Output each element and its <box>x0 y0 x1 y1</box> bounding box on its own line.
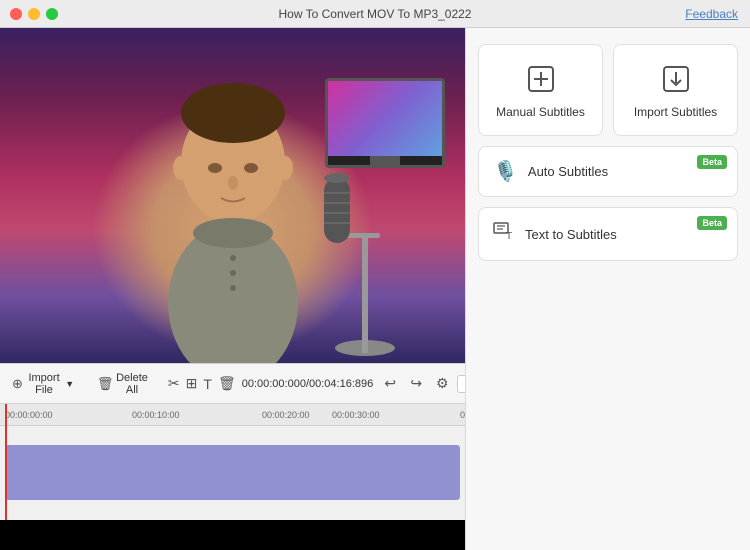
ruler-mark-0: 00:00:00:00 <box>5 410 53 420</box>
ruler-mark-3: 00:00:30:00 <box>332 410 380 420</box>
titlebar: How To Convert MOV To MP3_0222 Feedback <box>0 0 750 28</box>
maximize-button[interactable] <box>46 8 58 20</box>
video-panel: ⊕ Import File ▼ 🗑 Delete All ✂ ⊞ T 🗑 00:… <box>0 28 465 550</box>
timecode-display: 00:00:00:000/00:04:16:896 <box>242 378 374 390</box>
auto-subtitles-row[interactable]: 🎙️ Auto Subtitles Beta <box>478 146 738 197</box>
subtitle-cards-row: Manual Subtitles Import Subtitles <box>478 44 738 136</box>
timeline-area[interactable]: 00:00:00:00 00:00:10:00 00:00:20:00 00:0… <box>0 403 465 520</box>
undo-button[interactable]: ↩ <box>379 373 401 395</box>
scissors-button[interactable]: ✂ <box>168 373 180 395</box>
close-button[interactable] <box>10 8 22 20</box>
timeline-ruler: 00:00:00:00 00:00:10:00 00:00:20:00 00:0… <box>0 404 465 426</box>
manual-subtitles-label: Manual Subtitles <box>496 105 585 119</box>
svg-text:T: T <box>506 231 512 242</box>
import-subtitles-label: Import Subtitles <box>634 105 717 119</box>
import-subtitles-icon <box>658 61 694 97</box>
copy-button[interactable]: ⊞ <box>186 373 198 395</box>
monitor-screen <box>328 81 442 156</box>
toolbar: ⊕ Import File ▼ 🗑 Delete All ✂ ⊞ T 🗑 00:… <box>0 363 465 403</box>
text-button[interactable]: T <box>203 373 212 395</box>
ruler-mark-1: 00:00:10:00 <box>132 410 180 420</box>
text-to-subtitles-beta-badge: Beta <box>697 216 727 230</box>
microphone <box>320 158 410 358</box>
settings-button[interactable]: ⚙ <box>431 373 453 395</box>
video-frame <box>0 28 465 363</box>
video-area[interactable] <box>0 28 465 363</box>
main-layout: ⊕ Import File ▼ 🗑 Delete All ✂ ⊞ T 🗑 00:… <box>0 28 750 550</box>
text-to-subtitles-label: Text to Subtitles <box>525 227 617 242</box>
window-controls <box>10 8 58 20</box>
ruler-mark-2: 00:00:20:00 <box>262 410 310 420</box>
person-figure <box>133 43 333 363</box>
import-file-button[interactable]: ⊕ Import File ▼ <box>8 370 78 398</box>
redo-button[interactable]: ↪ <box>405 373 427 395</box>
import-subtitles-card[interactable]: Import Subtitles <box>613 44 738 136</box>
minimize-button[interactable] <box>28 8 40 20</box>
text-to-subtitles-row[interactable]: T Text to Subtitles Beta <box>478 207 738 261</box>
auto-subtitles-label: Auto Subtitles <box>528 164 608 179</box>
timeline-track[interactable] <box>5 445 460 500</box>
import-icon: ⊕ <box>12 377 23 391</box>
delete-all-button[interactable]: 🗑 Delete All <box>94 370 152 398</box>
text-to-subtitles-icon: T <box>493 220 515 248</box>
trash-icon: 🗑 <box>98 377 112 391</box>
ruler-mark-4: 00:00:40:00 <box>460 410 465 420</box>
delete-button[interactable]: 🗑 <box>218 373 236 395</box>
manual-subtitles-card[interactable]: Manual Subtitles <box>478 44 603 136</box>
delete-label: Delete All <box>116 372 148 396</box>
playhead[interactable] <box>5 404 7 520</box>
feedback-link[interactable]: Feedback <box>685 7 738 21</box>
import-label: Import File <box>27 372 61 396</box>
right-panel: Manual Subtitles Import Subtitles 🎙️ Aut… <box>465 28 750 550</box>
auto-subtitles-beta-badge: Beta <box>697 155 727 169</box>
monitor <box>325 78 445 168</box>
auto-subtitles-icon: 🎙️ <box>493 159 518 184</box>
window-title: How To Convert MOV To MP3_0222 <box>279 7 472 21</box>
manual-subtitles-icon <box>523 61 559 97</box>
chevron-down-icon: ▼ <box>65 379 74 389</box>
